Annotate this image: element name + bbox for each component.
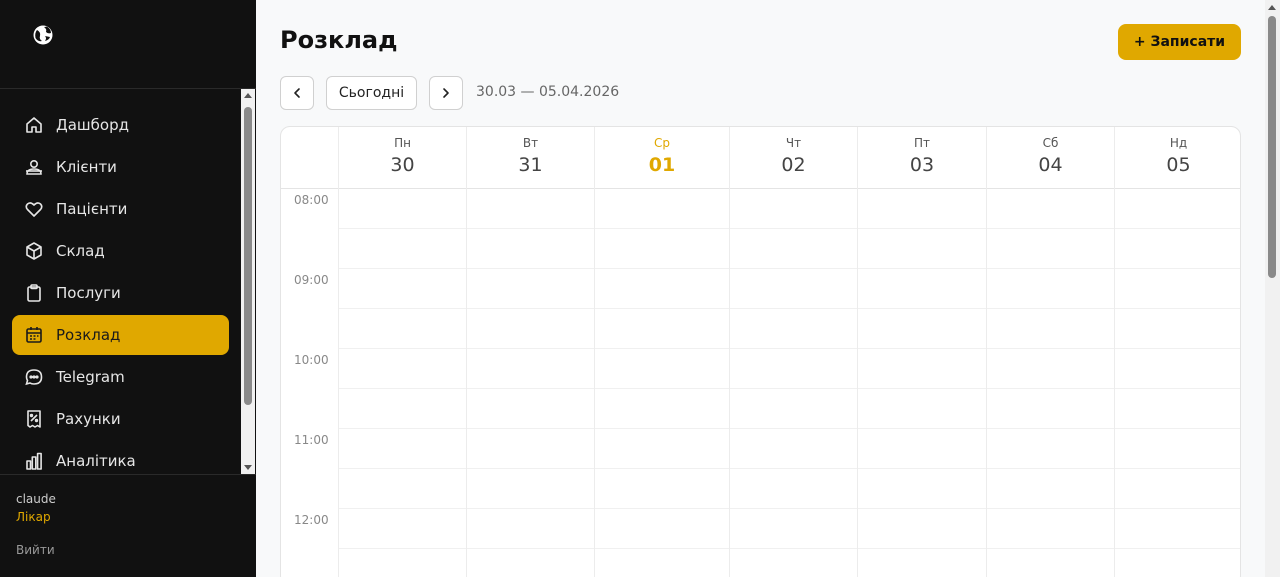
heart-icon xyxy=(25,202,43,217)
user-role: Лікар xyxy=(16,510,51,524)
day-number: 05 xyxy=(1166,154,1191,176)
receipt-icon xyxy=(27,410,41,428)
page-scrollbar[interactable] xyxy=(1265,0,1280,577)
sidebar-item-clients[interactable]: Клієнти xyxy=(12,147,229,187)
box-icon xyxy=(26,242,42,260)
day-header-tue: Вт 31 xyxy=(466,127,594,189)
sidebar-item-label: Склад xyxy=(56,242,105,260)
day-header-sun: Нд 05 xyxy=(1114,127,1240,189)
prev-week-button[interactable] xyxy=(280,76,314,110)
sidebar-item-services[interactable]: Послуги xyxy=(12,273,229,313)
day-header-sat: Сб 04 xyxy=(986,127,1114,189)
page-title: Розклад xyxy=(280,26,398,54)
sidebar-item-analytics[interactable]: Аналітика xyxy=(12,441,229,474)
time-label: 08:00 xyxy=(294,193,329,207)
sidebar-item-label: Аналітика xyxy=(56,452,136,470)
day-number: 30 xyxy=(390,154,415,176)
today-button[interactable]: Сьогодні xyxy=(326,76,417,110)
home-icon xyxy=(26,117,42,133)
day-column-fri[interactable] xyxy=(858,189,986,577)
sidebar-item-label: Telegram xyxy=(56,368,125,386)
page-scrollbar-thumb[interactable] xyxy=(1268,16,1276,278)
users-icon xyxy=(26,159,42,175)
sidebar-item-schedule[interactable]: Розклад xyxy=(12,315,229,355)
day-header-wed: Ср 01 xyxy=(594,127,729,189)
time-label: 11:00 xyxy=(294,433,329,447)
calendar-icon xyxy=(26,327,42,343)
sidebar-scrollbar-thumb[interactable] xyxy=(244,107,252,405)
day-name: Ср xyxy=(654,136,670,150)
day-name: Чт xyxy=(785,136,802,150)
sidebar-item-dashboard[interactable]: Дашборд xyxy=(12,105,229,145)
week-calendar: Пн 30 Вт 31 Ср 01 Чт 02 Пт 03 Сб 04 Нд 0… xyxy=(280,126,1241,577)
day-column-sat[interactable] xyxy=(987,189,1114,577)
sidebar-item-label: Пацієнти xyxy=(56,200,128,218)
sidebar-item-label: Послуги xyxy=(56,284,121,302)
sidebar-item-warehouse[interactable]: Склад xyxy=(12,231,229,271)
day-number: 04 xyxy=(1038,154,1063,176)
globe-logo-icon[interactable] xyxy=(32,24,54,46)
day-column-wed[interactable] xyxy=(595,189,729,577)
day-number: 03 xyxy=(909,154,935,176)
user-panel: claude Лікар Вийти xyxy=(0,474,256,577)
day-header-thu: Чт 02 xyxy=(729,127,857,189)
user-name: claude xyxy=(16,492,56,506)
sidebar-scrollbar[interactable] xyxy=(241,89,255,474)
logout-link[interactable]: Вийти xyxy=(16,543,55,557)
sidebar-item-invoices[interactable]: Рахунки xyxy=(12,399,229,439)
day-name: Нд xyxy=(1169,136,1188,150)
sidebar-item-label: Рахунки xyxy=(56,410,121,428)
day-header-mon: Пн 30 xyxy=(338,127,466,189)
time-label: 09:00 xyxy=(294,273,329,287)
add-appointment-button[interactable]: + Записати xyxy=(1118,24,1241,60)
chevron-left-icon xyxy=(294,88,300,98)
logo-area xyxy=(0,0,256,89)
date-range-label: 30.03 — 05.04.2026 xyxy=(476,84,620,100)
day-column-sun[interactable] xyxy=(1115,189,1240,577)
sidebar-item-telegram[interactable]: Telegram xyxy=(12,357,229,397)
day-name: Сб xyxy=(1042,136,1059,150)
chat-icon xyxy=(25,369,43,386)
sidebar-item-label: Розклад xyxy=(56,326,121,344)
day-name: Пн xyxy=(394,136,411,150)
sidebar-nav: Дашборд Клієнти Пацієнти Склад Послуги Р… xyxy=(0,89,256,474)
sidebar-item-label: Дашборд xyxy=(56,116,129,134)
next-week-button[interactable] xyxy=(429,76,463,110)
day-column-tue[interactable] xyxy=(467,189,594,577)
day-number: 01 xyxy=(648,154,676,176)
day-number: 31 xyxy=(518,154,543,176)
sidebar-item-label: Клієнти xyxy=(56,158,117,176)
sidebar-item-patients[interactable]: Пацієнти xyxy=(12,189,229,229)
chevron-right-icon xyxy=(443,88,449,98)
day-column-thu[interactable] xyxy=(730,189,857,577)
time-label: 10:00 xyxy=(294,353,329,367)
scroll-up-arrow-icon[interactable] xyxy=(244,93,252,98)
clipboard-icon xyxy=(27,284,41,302)
day-number: 02 xyxy=(781,154,806,176)
scroll-down-arrow-icon[interactable] xyxy=(244,465,252,470)
bar-chart-icon xyxy=(26,452,42,470)
time-label: 12:00 xyxy=(294,513,329,527)
day-column-mon[interactable] xyxy=(339,189,466,577)
day-name: Пт xyxy=(913,136,930,150)
day-header-fri: Пт 03 xyxy=(857,127,986,189)
sidebar: Дашборд Клієнти Пацієнти Склад Послуги Р… xyxy=(0,0,256,577)
scroll-up-arrow-icon[interactable] xyxy=(1268,5,1276,10)
calendar-header: Пн 30 Вт 31 Ср 01 Чт 02 Пт 03 Сб 04 Нд 0… xyxy=(281,127,1240,189)
day-name: Вт xyxy=(522,136,539,150)
